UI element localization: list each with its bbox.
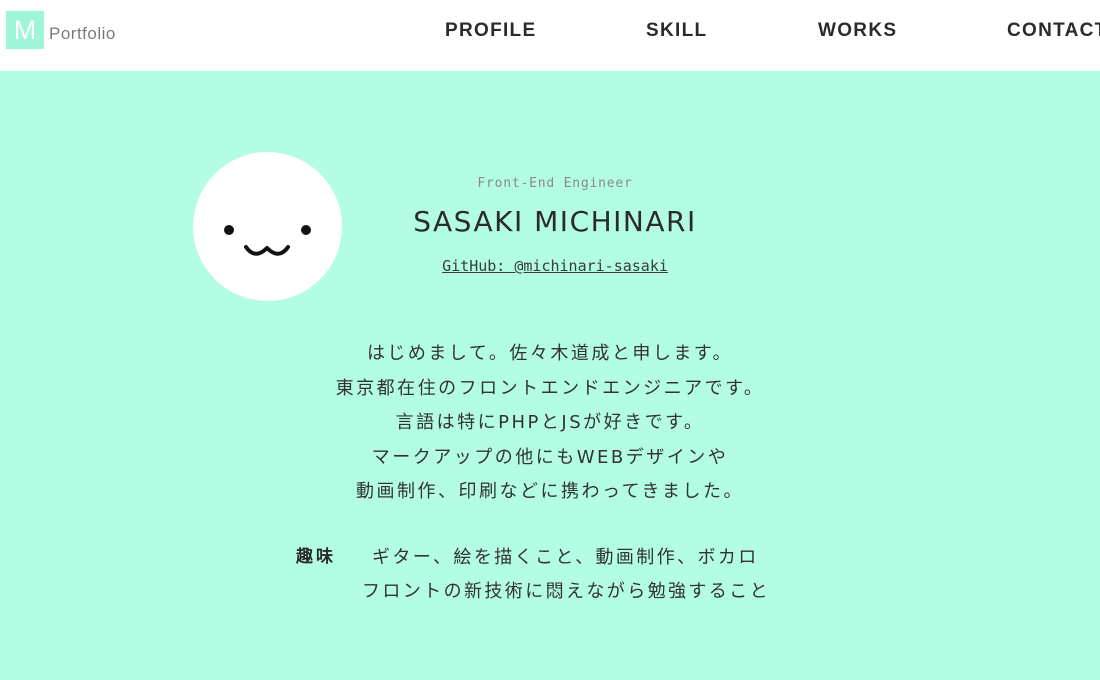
intro-line: はじめまして。佐々木道成と申します。 xyxy=(366,343,734,364)
nav-contact[interactable]: CONTACT xyxy=(1007,20,1100,42)
site-header: M Portfolio PROFILE SKILL WORKS CONTACT xyxy=(0,0,1100,71)
smiley-face-icon xyxy=(193,152,342,301)
nav-profile[interactable]: PROFILE xyxy=(445,20,536,42)
logo-mark: M xyxy=(6,11,44,49)
github-link[interactable]: GitHub: @michinari-sasaki xyxy=(400,257,710,275)
hobby-line: フロントの新技術に悶えながら勉強すること xyxy=(362,581,770,602)
profile-name: SASAKI MICHINARI xyxy=(413,205,697,238)
intro-text: はじめまして。佐々木道成と申します。 東京都在住のフロントエンドエンジニアです。… xyxy=(250,337,850,510)
intro-line: 動画制作、印刷などに携わってきました。 xyxy=(355,481,745,503)
hobby-label: 趣味 xyxy=(296,547,336,567)
logo-text: Portfolio xyxy=(49,24,116,43)
site-logo[interactable]: M Portfolio xyxy=(6,11,116,49)
intro-line: 東京都在住のフロントエンドエンジニアです。 xyxy=(335,377,765,399)
hobby-line: ギター、絵を描くこと、動画制作、ボカロ xyxy=(372,547,759,568)
intro-line: 言語は特にPHPとJSが好きです。 xyxy=(395,412,705,434)
intro-line: マークアップの他にもWEBデザインや xyxy=(371,446,729,468)
job-title: Front-End Engineer xyxy=(477,176,633,191)
hobby-list: ギター、絵を描くこと、動画制作、ボカロ フロントの新技術に悶えながら勉強すること xyxy=(362,541,770,609)
nav-skill[interactable]: SKILL xyxy=(646,20,707,42)
nav-works[interactable]: WORKS xyxy=(818,20,897,42)
avatar xyxy=(193,152,342,301)
